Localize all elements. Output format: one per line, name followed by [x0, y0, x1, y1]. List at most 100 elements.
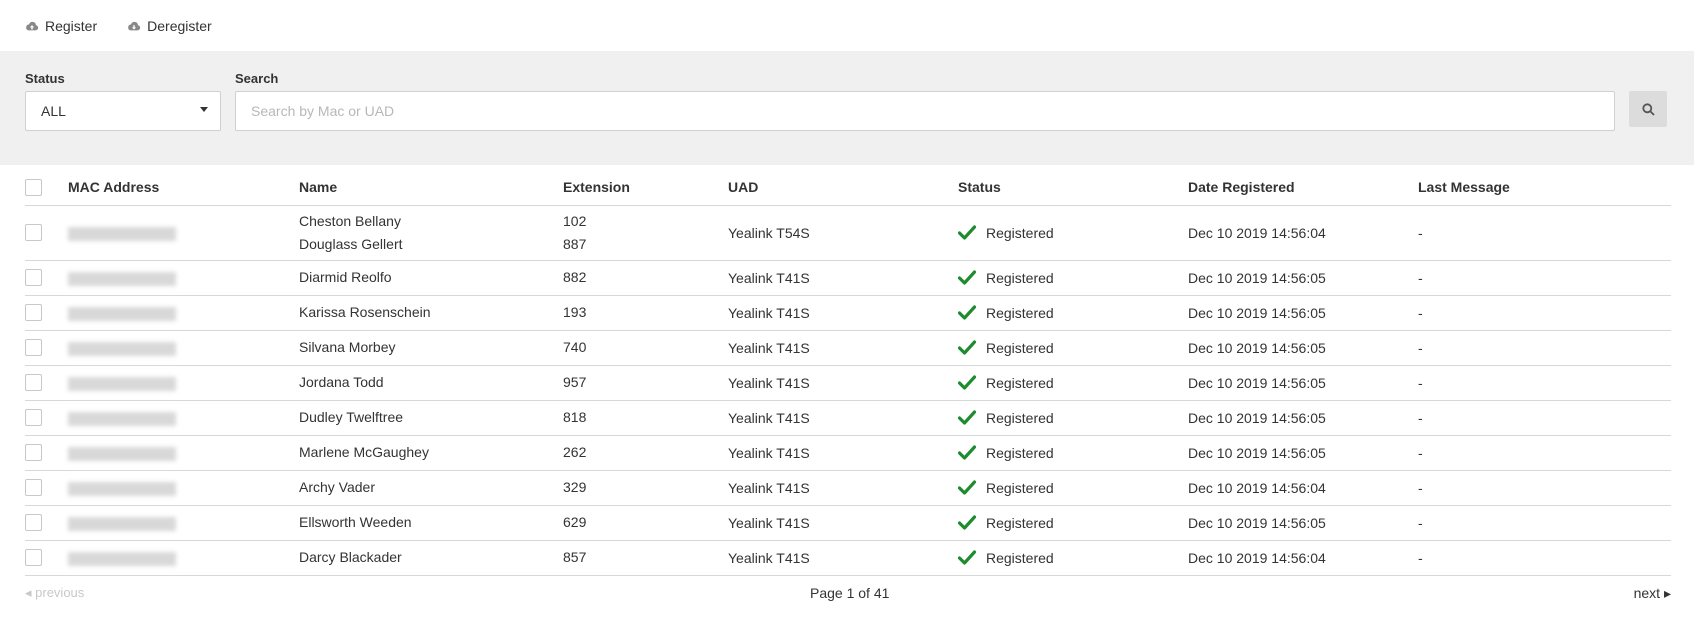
date-registered-cell: Dec 10 2019 14:56:05 — [1188, 260, 1418, 296]
row-checkbox-cell — [25, 470, 68, 506]
select-all-checkbox[interactable] — [25, 179, 42, 197]
uad-cell: Yealink T41S — [728, 260, 958, 296]
table-row[interactable]: Dudley Twelftree 818 Yealink T41S Registere… — [25, 400, 1671, 436]
caret-down-icon — [200, 107, 208, 112]
pagination: ◂ previous Page 1 of 41 next ▸ — [25, 583, 1671, 603]
uad-cell: Yealink T41S — [728, 435, 958, 471]
checkmark-icon — [958, 550, 976, 565]
mac-address-redacted — [68, 376, 176, 391]
mac-address-cell — [68, 470, 299, 506]
checkmark-icon — [958, 480, 976, 495]
mac-address-redacted — [68, 481, 176, 496]
status-cell: Registered — [958, 505, 1188, 541]
register-button[interactable]: Register — [25, 18, 97, 34]
checkmark-icon — [958, 270, 976, 285]
name-cell: Diarmid Reolfo — [299, 260, 563, 296]
mac-address-redacted — [68, 551, 176, 566]
last-message-cell: - — [1418, 260, 1671, 296]
extension-value: 957 — [563, 374, 587, 390]
column-header-last-message[interactable]: Last Message — [1418, 170, 1671, 206]
column-header-uad[interactable]: UAD — [728, 170, 958, 206]
user-name: Diarmid Reolfo — [299, 269, 392, 285]
checkmark-icon — [958, 375, 976, 390]
mac-address-cell — [68, 505, 299, 541]
checkmark-icon — [958, 340, 976, 355]
last-message-cell: - — [1418, 435, 1671, 471]
table-row[interactable]: Darcy Blackader 857 Yealink T41S Registered… — [25, 540, 1671, 576]
next-label: next — [1633, 585, 1661, 601]
row-checkbox-cell — [25, 435, 68, 471]
row-checkbox[interactable] — [25, 339, 42, 357]
extension-value: 629 — [563, 514, 587, 530]
row-checkbox[interactable] — [25, 304, 42, 322]
last-message-cell: - — [1418, 505, 1671, 541]
table-row[interactable]: Karissa Rosenschein 193 Yealink T41S Regist… — [25, 295, 1671, 331]
table-row[interactable]: Cheston Bellany Douglass Gellert 102 887 Yea… — [25, 205, 1671, 261]
status-text: Registered — [986, 269, 1054, 286]
extension-cell: 957 — [563, 365, 728, 401]
name-cell: Archy Vader — [299, 470, 563, 506]
search-button[interactable] — [1629, 91, 1667, 127]
row-checkbox[interactable] — [25, 514, 42, 532]
deregister-button[interactable]: Deregister — [127, 18, 212, 34]
column-header-status[interactable]: Status — [958, 170, 1188, 206]
row-checkbox-cell — [25, 295, 68, 331]
date-registered-cell: Dec 10 2019 14:56:05 — [1188, 505, 1418, 541]
status-select-value: ALL — [41, 103, 66, 119]
status-text: Registered — [986, 339, 1054, 356]
column-header-mac[interactable]: MAC Address — [68, 170, 299, 206]
row-checkbox[interactable] — [25, 479, 42, 497]
extension-cell: 882 — [563, 260, 728, 296]
status-select[interactable]: ALL — [25, 91, 221, 131]
status-cell: Registered — [958, 260, 1188, 296]
uad-cell: Yealink T41S — [728, 330, 958, 366]
column-header-date-registered[interactable]: Date Registered — [1188, 170, 1418, 206]
last-message-cell: - — [1418, 330, 1671, 366]
status-cell: Registered — [958, 435, 1188, 471]
search-input[interactable] — [235, 91, 1615, 131]
extension-value: 887 — [563, 235, 587, 252]
mac-address-redacted — [68, 341, 176, 356]
table-row[interactable]: Ellsworth Weeden 629 Yealink T41S Registere… — [25, 505, 1671, 541]
date-registered-cell: Dec 10 2019 14:56:04 — [1188, 540, 1418, 576]
status-text: Registered — [986, 304, 1054, 321]
last-message-cell: - — [1418, 205, 1671, 261]
mac-address-cell — [68, 435, 299, 471]
status-text: Registered — [986, 224, 1054, 241]
row-checkbox[interactable] — [25, 224, 42, 242]
row-checkbox[interactable] — [25, 269, 42, 287]
page-indicator: Page 1 of 41 — [810, 585, 890, 601]
row-checkbox[interactable] — [25, 444, 42, 462]
last-message-cell: - — [1418, 540, 1671, 576]
status-filter-label: Status — [25, 71, 65, 86]
date-registered-cell: Dec 10 2019 14:56:05 — [1188, 365, 1418, 401]
previous-page-button[interactable]: ◂ previous — [25, 585, 84, 601]
user-name: Archy Vader — [299, 479, 375, 495]
table-row[interactable]: Silvana Morbey 740 Yealink T41S Registered D… — [25, 330, 1671, 366]
mac-address-redacted — [68, 226, 176, 241]
table-row[interactable]: Diarmid Reolfo 882 Yealink T41S Registered D… — [25, 260, 1671, 296]
last-message-cell: - — [1418, 400, 1671, 436]
column-header-extension[interactable]: Extension — [563, 170, 728, 206]
mac-address-redacted — [68, 446, 176, 461]
checkmark-icon — [958, 225, 976, 240]
user-name: Dudley Twelftree — [299, 409, 404, 425]
uad-cell: Yealink T41S — [728, 365, 958, 401]
row-checkbox-cell — [25, 400, 68, 436]
checkmark-icon — [958, 410, 976, 425]
table-row[interactable]: Archy Vader 329 Yealink T41S Registered Dec … — [25, 470, 1671, 506]
row-checkbox[interactable] — [25, 409, 42, 427]
table-row[interactable]: Jordana Todd 957 Yealink T41S Registered Dec… — [25, 365, 1671, 401]
table-header-row: MAC Address Name Extension UAD Status Da… — [25, 170, 1671, 206]
toolbar: Register Deregister — [0, 0, 1694, 51]
row-checkbox[interactable] — [25, 549, 42, 567]
next-page-button[interactable]: next ▸ — [1634, 585, 1671, 602]
status-text: Registered — [986, 549, 1054, 566]
table-row[interactable]: Marlene McGaughey 262 Yealink T41S Register… — [25, 435, 1671, 471]
row-checkbox[interactable] — [25, 374, 42, 392]
status-text: Registered — [986, 444, 1054, 461]
device-table: MAC Address Name Extension UAD Status Da… — [25, 170, 1671, 576]
last-message-cell: - — [1418, 295, 1671, 331]
mac-address-redacted — [68, 306, 176, 321]
column-header-name[interactable]: Name — [299, 170, 563, 206]
